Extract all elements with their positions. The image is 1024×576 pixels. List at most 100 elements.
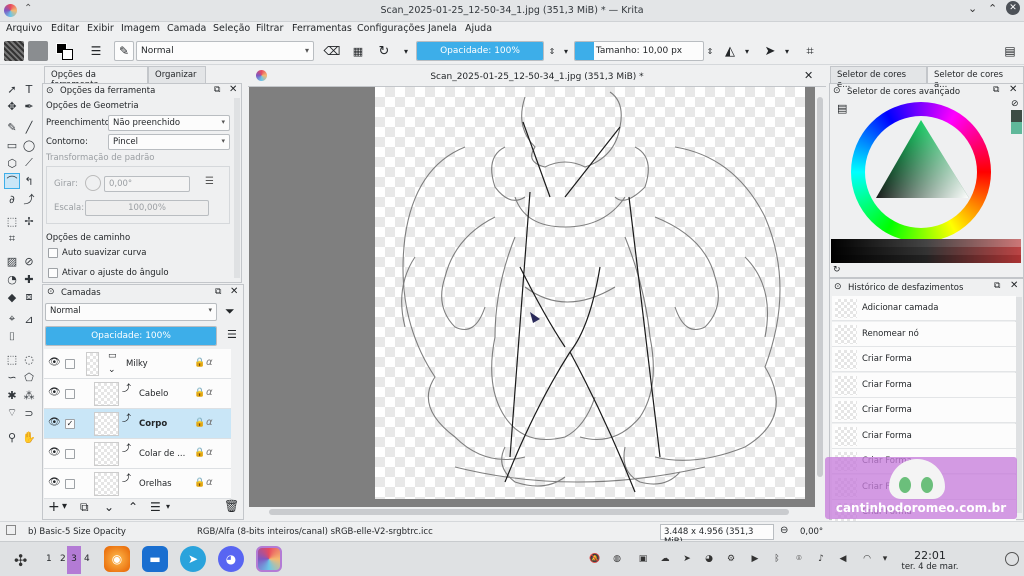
blend-mode-combo[interactable]: Normal ▾ <box>136 41 314 61</box>
move-tool-icon[interactable]: ✢ <box>21 213 37 229</box>
history-float-icon[interactable]: ⧉ <box>994 281 1000 291</box>
angle-snap-checkbox[interactable] <box>48 268 58 278</box>
collapse-chevron-icon[interactable]: ⌄ <box>108 365 116 375</box>
move-up-icon[interactable]: ⌃ <box>128 500 138 514</box>
opacity-dropdown-icon[interactable]: ▾ <box>560 41 572 61</box>
freehand-path-icon[interactable]: ↰ <box>21 173 37 189</box>
ellipse-tool-icon[interactable]: ◯ <box>21 137 37 153</box>
menu-window[interactable]: Janela <box>428 23 457 34</box>
pan-tool-icon[interactable]: ✋ <box>21 429 37 445</box>
layer-row[interactable]: 👁 ⤴ Orelhas 🔒 α <box>44 469 231 499</box>
lock-icon[interactable]: 🔒 <box>194 418 205 428</box>
rotate-input[interactable]: 0,00° <box>104 176 190 192</box>
h-scroll-thumb[interactable] <box>269 509 789 515</box>
mirror-v-dropdown[interactable]: ▾ <box>782 41 792 61</box>
layer-row[interactable]: 👁 ⤴ Colar de ... 🔒 α <box>44 439 231 469</box>
delete-layer-icon[interactable]: 🗑 <box>224 499 239 513</box>
color-float-icon[interactable]: ⧉ <box>993 85 999 95</box>
scale-input[interactable]: 100,00% <box>85 200 209 216</box>
layer-row[interactable]: 👁 ⤴ Cabelo 🔒 α <box>44 379 231 409</box>
layer-checkbox[interactable] <box>65 359 75 369</box>
history-item[interactable]: Adicionar camada <box>832 296 1016 321</box>
menu-view[interactable]: Exibir <box>87 23 114 34</box>
location-icon[interactable]: ⌾ <box>794 554 804 564</box>
color-bar-1[interactable] <box>831 239 1021 247</box>
layers-float-icon[interactable]: ⧉ <box>215 287 221 297</box>
workspace-icon[interactable]: ▤ <box>1000 41 1020 61</box>
mirror-vertical-icon[interactable]: ➤ <box>760 41 780 61</box>
layer-blend-select[interactable]: Normal ▾ <box>45 303 217 321</box>
layer-row-active[interactable]: 👁 ✓ ⤴ Corpo 🔒 α <box>44 409 231 439</box>
color-settings-icon[interactable]: ▤ <box>837 102 847 115</box>
measure-tool-icon[interactable]: ⊿ <box>21 311 37 327</box>
options-scrollbar[interactable] <box>234 98 240 278</box>
menu-select[interactable]: Seleção <box>213 23 250 34</box>
colorize-mask-icon[interactable]: ◔ <box>4 271 20 287</box>
polyline-tool-icon[interactable]: ⟋ <box>21 155 37 171</box>
alpha-lock-icon[interactable]: α <box>206 357 213 368</box>
notifications-off-icon[interactable]: 🔕 <box>589 554 600 564</box>
wrap-around-icon[interactable]: ⌗ <box>800 41 820 61</box>
line-tool-icon[interactable]: ╱ <box>21 119 37 135</box>
magnetic-select-icon[interactable]: ⊃ <box>21 405 37 421</box>
alpha-lock-icon[interactable]: α <box>206 387 213 398</box>
minimize-button[interactable]: ⌄ <box>968 2 977 15</box>
select-shape-icon[interactable]: ➚ <box>4 81 20 97</box>
history-item[interactable]: Criar Forma <box>832 372 1016 398</box>
alpha-lock-icon[interactable]: α <box>206 477 213 488</box>
visibility-eye-icon[interactable]: 👁 <box>48 477 61 488</box>
visibility-eye-icon[interactable]: 👁 <box>48 357 61 368</box>
clock-time[interactable]: 22:01 <box>905 549 955 562</box>
discord-tray-icon[interactable]: ◕ <box>704 554 714 564</box>
tab-color-selector-2[interactable]: Seletor de cores a... <box>927 66 1024 90</box>
reload-dropdown-icon[interactable]: ▾ <box>396 41 416 61</box>
history-item[interactable]: Criar Forma <box>832 398 1016 423</box>
brush-presets-icon[interactable]: ☰ <box>86 41 106 61</box>
smart-patch-icon[interactable]: ✚ <box>21 271 37 287</box>
clock-date[interactable]: ter. 4 de mar. <box>900 562 960 572</box>
clipboard-icon[interactable]: ▣ <box>638 554 648 564</box>
refresh-icon[interactable]: ↻ <box>833 265 841 275</box>
lock-icon[interactable]: 🔒 <box>194 358 205 368</box>
auto-smooth-checkbox[interactable] <box>48 248 58 258</box>
similar-select-icon[interactable]: ⁂ <box>21 387 37 403</box>
multibrush-icon[interactable]: ⤴ <box>21 191 37 207</box>
canvas-paper[interactable] <box>375 87 805 499</box>
outline-select[interactable]: Pincel ▾ <box>108 134 230 150</box>
menu-image[interactable]: Imagem <box>121 23 160 34</box>
bezier-tool-icon[interactable]: ⌒ <box>4 173 20 189</box>
rectangle-tool-icon[interactable]: ▭ <box>4 137 20 153</box>
layer-checkbox[interactable] <box>65 479 75 489</box>
color-bar-3[interactable] <box>831 255 1021 263</box>
brush-preset-button[interactable]: ✎ <box>114 41 134 61</box>
polygon-tool-icon[interactable]: ⬡ <box>4 155 20 171</box>
add-layer-dropdown[interactable]: ▾ <box>62 501 67 512</box>
microphone-icon[interactable]: ♪ <box>816 554 826 564</box>
show-desktop-icon[interactable] <box>1005 552 1019 566</box>
rotation-icon[interactable]: ⊖ <box>780 525 788 536</box>
layer-checkbox[interactable] <box>65 449 75 459</box>
image-size-status[interactable]: 3.448 x 4.956 (351,3 MiB) <box>660 524 774 547</box>
opacity-spin[interactable]: ⇕ <box>546 41 558 61</box>
text-tool-icon[interactable]: T <box>21 81 37 97</box>
discord-icon[interactable]: ◕ <box>218 546 244 572</box>
gradient-tool-icon[interactable]: ▨ <box>4 253 20 269</box>
desktop-3-active[interactable]: 3 <box>67 546 81 574</box>
visibility-eye-icon[interactable]: 👁 <box>48 387 61 398</box>
history-item[interactable]: Criar Forma <box>832 347 1016 372</box>
freehand-select-icon[interactable]: ∽ <box>4 369 20 385</box>
pattern-swatch[interactable] <box>4 41 24 61</box>
layer-checkbox-checked[interactable]: ✓ <box>65 419 75 429</box>
cloud-icon[interactable]: ☁ <box>660 554 670 564</box>
rect-select-icon[interactable]: ⬚ <box>4 351 20 367</box>
edit-shape-icon[interactable]: ✥ <box>4 98 20 114</box>
history-item[interactable]: Renomear nó <box>832 321 1016 347</box>
mirror-horizontal-icon[interactable]: ◭ <box>720 41 740 61</box>
alpha-lock-icon[interactable]: α <box>206 417 213 428</box>
duplicate-layer-icon[interactable]: ⧉ <box>80 500 89 515</box>
wifi-icon[interactable]: ◠ <box>862 554 872 564</box>
rotate-menu-icon[interactable]: ☰ <box>205 176 214 187</box>
layer-checkbox[interactable] <box>65 389 75 399</box>
alpha-lock-icon[interactable]: α <box>206 447 213 458</box>
canvas-viewport[interactable] <box>249 87 815 507</box>
